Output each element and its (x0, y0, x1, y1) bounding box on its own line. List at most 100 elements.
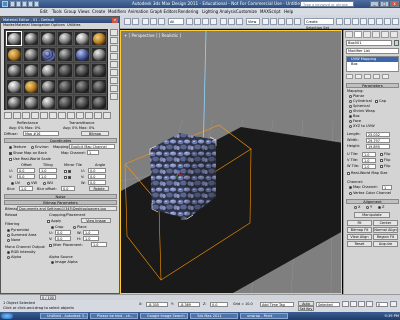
options-icon[interactable] (110, 77, 118, 84)
key-selection-dropdown[interactable]: Selected (316, 302, 340, 307)
taskbar-item-browser[interactable]: Please be kind - ch... (90, 313, 138, 319)
menu-lighting-analysis[interactable]: Lighting Analysis (202, 8, 236, 15)
show-map-in-viewport-icon[interactable] (76, 112, 84, 119)
sample-slot[interactable] (23, 47, 39, 62)
mapping-dropdown[interactable]: Explicit Map Channel (69, 144, 115, 149)
u-tile-field[interactable]: 1.0 (362, 152, 376, 157)
modifier-list-dropdown[interactable]: Modifier List (346, 48, 399, 54)
coordinates-rollout[interactable]: Coordinates (4, 138, 117, 143)
rectangular-selection-icon[interactable] (202, 18, 209, 25)
sample-slot[interactable] (6, 63, 22, 78)
menu-create[interactable]: Create (92, 8, 105, 15)
select-manipulate-icon[interactable] (270, 18, 277, 25)
make-material-copy-icon[interactable] (40, 112, 48, 119)
reload-label[interactable]: Reload (5, 213, 17, 217)
jitter-placement-checkbox[interactable]: Jitter Placement: (49, 243, 83, 247)
sample-slot[interactable] (91, 47, 107, 62)
length-field[interactable]: 25.032 (366, 132, 390, 137)
render-production-icon[interactable] (392, 18, 399, 25)
sample-slot[interactable] (74, 95, 90, 110)
sample-slot[interactable] (23, 63, 39, 78)
redo-tool-icon[interactable] (132, 18, 139, 25)
use-real-world-scale-checkbox[interactable]: Use Real-World Scale (9, 157, 51, 161)
u-flip-checkbox[interactable]: Flip (380, 152, 390, 157)
wu-radio[interactable]: WU (43, 181, 53, 185)
w-crop-field[interactable]: 1.0 (83, 230, 99, 235)
mirror-icon[interactable] (336, 18, 343, 25)
u-offset-field[interactable]: 0.0 (17, 168, 35, 173)
sample-slot[interactable] (6, 95, 22, 110)
sample-slot[interactable] (91, 79, 107, 94)
taskbar-item-paint[interactable]: unwrap - Paint (240, 313, 288, 319)
percent-snap-icon[interactable] (294, 18, 301, 25)
sample-uv-tiling-icon[interactable] (110, 53, 118, 60)
help-search-input[interactable]: Type a keyword or phrase (300, 1, 354, 7)
curve-editor-icon[interactable] (360, 18, 367, 25)
menu-group[interactable]: Group (64, 8, 76, 15)
u-crop-field[interactable]: 0.0 (55, 230, 71, 235)
image-alpha-radio[interactable]: Image Alpha (51, 260, 78, 264)
sample-slot[interactable] (74, 79, 90, 94)
apply-checkbox[interactable]: Apply (47, 219, 61, 223)
sample-slot[interactable] (91, 31, 107, 46)
parameters-rollout[interactable]: Parameters (346, 83, 399, 88)
make-preview-icon[interactable] (110, 69, 118, 76)
viewport-label[interactable]: + [ Perspective ] [ Realistic ] (124, 33, 181, 38)
pyramidal-radio[interactable]: Pyramidal (7, 228, 29, 232)
menu-maxscript[interactable]: MAXScript (260, 8, 281, 15)
center-button[interactable]: Center (373, 220, 398, 226)
remove-modifier-icon[interactable] (373, 74, 380, 79)
v-tile-field[interactable]: 1.0 (362, 158, 376, 163)
none-radio[interactable]: None (7, 238, 20, 242)
sample-slot[interactable] (40, 47, 56, 62)
taskbar-item-google[interactable]: Google Image Search ... (140, 313, 188, 319)
z-coordinate-field[interactable]: 0.0 (210, 302, 228, 307)
material-editor-close-button[interactable]: x (112, 17, 118, 23)
show-map-on-back-checkbox[interactable]: Show Map on Back (9, 151, 47, 155)
new-file-icon[interactable] (10, 1, 15, 7)
sample-slot[interactable] (23, 79, 39, 94)
height-field[interactable]: 19.895 (366, 144, 390, 149)
get-material-icon[interactable] (4, 112, 12, 119)
material-menu-utilities[interactable]: Utilities (67, 23, 81, 28)
close-button[interactable]: x (390, 1, 399, 7)
select-move-icon[interactable] (220, 18, 227, 25)
crop-radio[interactable]: Crop (51, 225, 63, 229)
acquire-button[interactable]: Acquire (373, 241, 398, 247)
backlight-icon[interactable] (110, 37, 118, 44)
bitmap-parameters-rollout[interactable]: Bitmap Parameters (4, 200, 117, 205)
select-by-name-icon[interactable] (194, 18, 201, 25)
summed-area-radio[interactable]: Summed Area (7, 233, 36, 237)
video-color-check-icon[interactable] (110, 61, 118, 68)
vw-radio[interactable]: VW (27, 181, 37, 185)
region-fit-button[interactable]: Region Fit (373, 234, 398, 240)
rendered-frame-window-icon[interactable] (384, 18, 391, 25)
undo-tool-icon[interactable] (124, 18, 131, 25)
select-object-icon[interactable] (186, 18, 193, 25)
menu-modifiers[interactable]: Modifiers (108, 8, 126, 15)
bitmap-path-button[interactable]: Documents and Settings\1\345\Desktop\pav… (17, 206, 117, 211)
background-checker-icon[interactable] (110, 45, 118, 52)
bind-space-warp-icon[interactable] (158, 18, 165, 25)
align-icon[interactable] (344, 18, 351, 25)
material-map-navigator-icon[interactable] (110, 93, 118, 100)
view-align-button[interactable]: View Align (347, 234, 372, 240)
menu-edit[interactable]: Edit (40, 8, 48, 15)
material-menu-options[interactable]: Options (51, 23, 65, 28)
put-to-library-icon[interactable] (58, 112, 66, 119)
sample-slot[interactable] (57, 95, 73, 110)
make-unique-icon[interactable] (49, 112, 57, 119)
menu-views[interactable]: Views (78, 8, 90, 15)
reset-button[interactable]: Reset (347, 241, 372, 247)
x-coordinate-field[interactable]: -8.305 (146, 302, 168, 307)
uv-radio[interactable]: UV (11, 181, 20, 185)
minimize-button[interactable]: _ (370, 1, 379, 7)
object-color-swatch[interactable] (394, 40, 399, 46)
next-frame-icon[interactable] (366, 301, 373, 307)
material-menu-material[interactable]: Material (15, 23, 30, 28)
alpha-radio[interactable]: Alpha (7, 255, 21, 259)
sample-slot[interactable] (74, 31, 90, 46)
current-frame-field[interactable]: 0 (376, 302, 388, 307)
align-axis-y[interactable]: Y (366, 205, 372, 210)
sample-slot[interactable] (40, 63, 56, 78)
